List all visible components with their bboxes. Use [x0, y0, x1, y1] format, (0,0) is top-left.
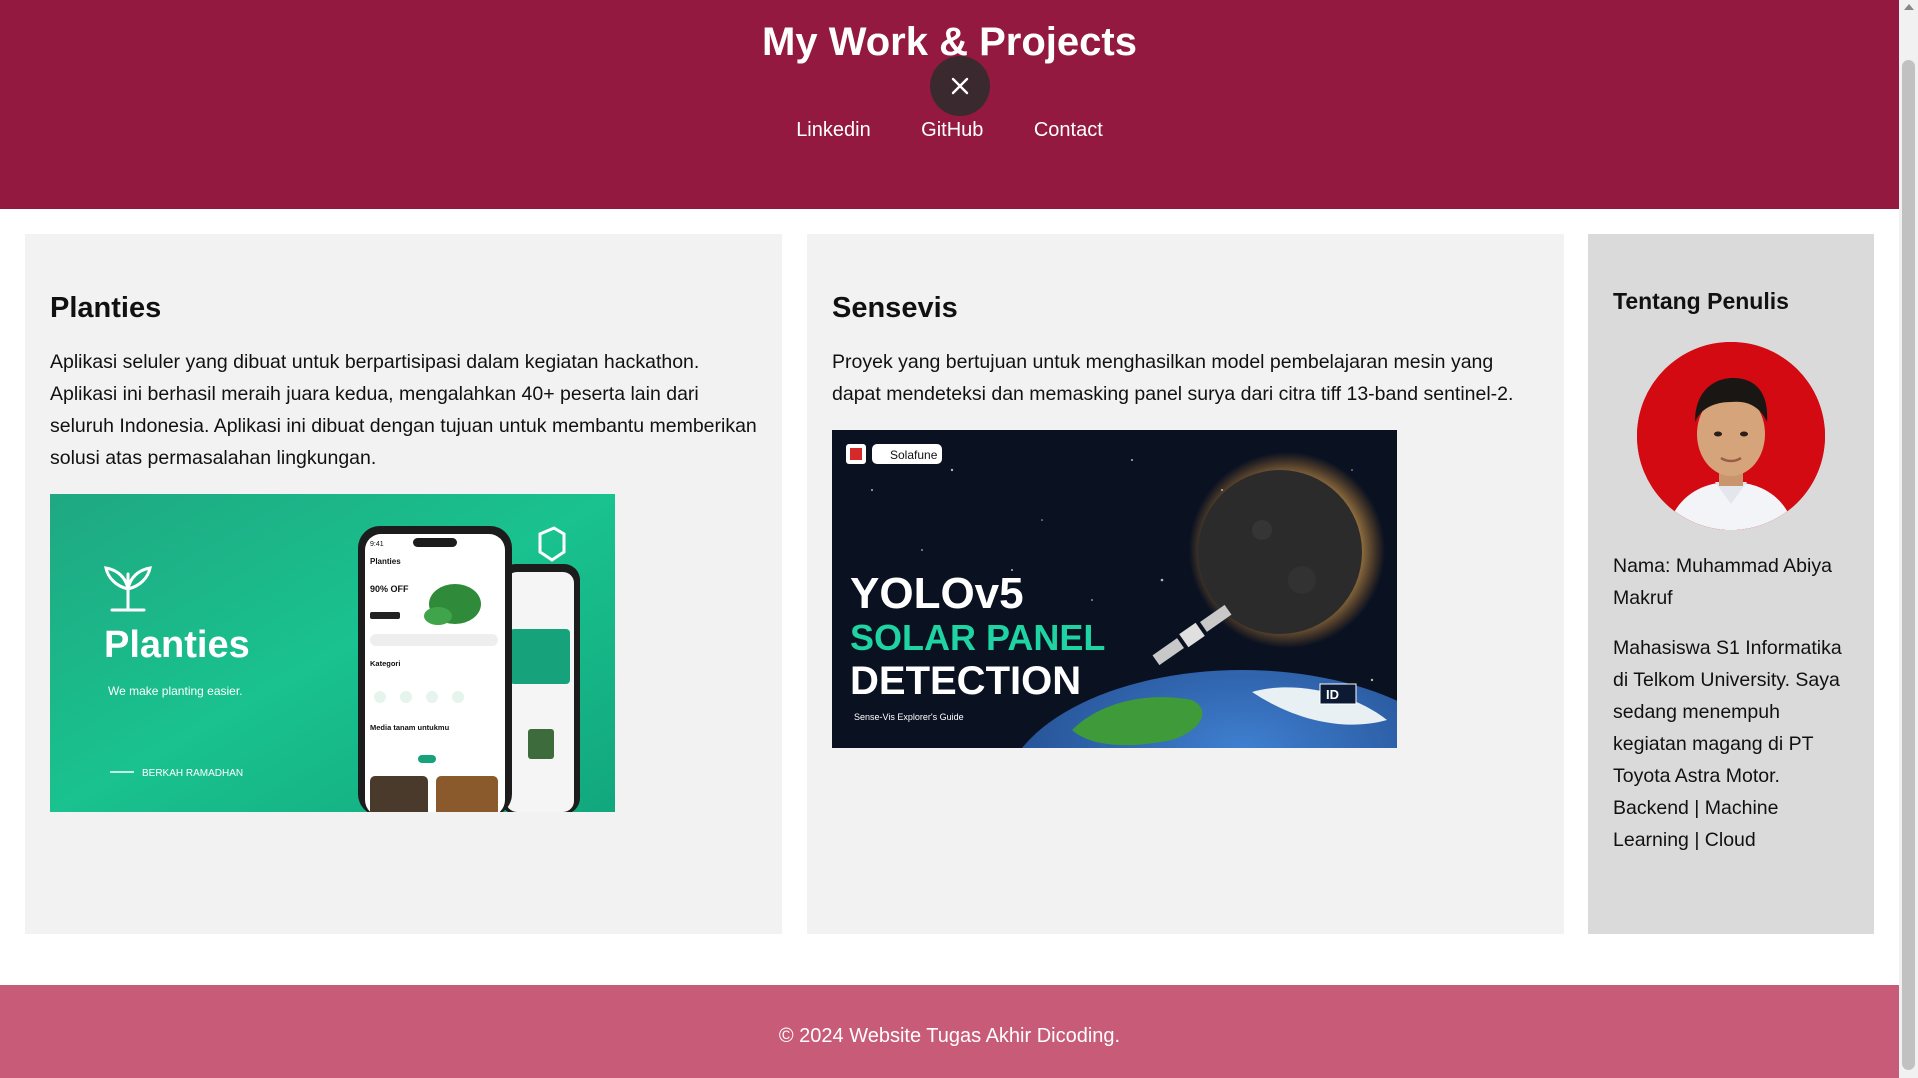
nav-link-contact[interactable]: Contact: [1034, 116, 1103, 144]
planties-tagline: We make planting easier.: [108, 684, 243, 698]
author-bio: Mahasiswa S1 Informatika di Telkom Unive…: [1613, 637, 1842, 787]
nav-link-github[interactable]: GitHub: [921, 116, 983, 144]
sensevis-image-subtitle: Sense-Vis Explorer's Guide: [854, 712, 964, 722]
project-card-planties: Planties Aplikasi seluler yang dibuat un…: [25, 234, 782, 934]
sensevis-image-line1: YOLOv5: [850, 569, 1024, 618]
project-description: Proyek yang bertujuan untuk menghasilkan…: [832, 351, 1514, 405]
author-name: Nama: Muhammad Abiya Makruf: [1613, 555, 1832, 609]
svg-text:9:41: 9:41: [370, 541, 384, 548]
svg-text:Kategori: Kategori: [370, 659, 400, 668]
footer-text: © 2024 Website Tugas Akhir Dicoding.: [778, 1025, 1121, 1047]
site-header: My Work & Projects Linkedin GitHub Conta…: [0, 0, 1899, 209]
sensevis-image-line3: DETECTION: [850, 659, 1081, 703]
main-nav: Linkedin GitHub Contact: [0, 116, 1899, 144]
close-icon: [951, 77, 969, 95]
close-button[interactable]: [930, 56, 990, 116]
vertical-scrollbar[interactable]: [1899, 0, 1918, 1078]
sensevis-image-line2: SOLAR PANEL: [850, 617, 1105, 658]
site-footer: © 2024 Website Tugas Akhir Dicoding.: [0, 985, 1899, 1078]
scrollbar-thumb[interactable]: [1902, 60, 1915, 1070]
scroll-up-icon[interactable]: [1904, 4, 1914, 10]
sensevis-project-image: Solafune YOLOv5 SOLAR PANEL DETECTION Se…: [832, 430, 1397, 748]
svg-text:Media tanam untukmu: Media tanam untukmu: [370, 723, 450, 732]
svg-text:Planties: Planties: [370, 557, 401, 566]
author-sidebar: Tentang Penulis Nama: Muhammad Abiya Mak…: [1588, 234, 1874, 934]
nav-link-linkedin[interactable]: Linkedin: [796, 116, 871, 144]
sidebar-title: Tentang Penulis: [1613, 288, 1789, 314]
page: My Work & Projects Linkedin GitHub Conta…: [0, 0, 1899, 1078]
planties-app-name: Planties: [104, 624, 250, 666]
solafune-logo: Solafune: [890, 448, 938, 462]
author-skills: Backend | Machine Learning | Cloud: [1613, 797, 1779, 851]
project-title: Sensevis: [832, 292, 958, 324]
author-avatar: [1637, 342, 1825, 530]
project-title: Planties: [50, 292, 162, 324]
project-card-sensevis: Sensevis Proyek yang bertujuan untuk men…: [807, 234, 1564, 934]
planties-footer-text: BERKAH RAMADHAN: [142, 768, 243, 779]
svg-text:90% OFF: 90% OFF: [370, 584, 409, 594]
planties-project-image: Planties We make planting easier. BERKAH…: [50, 494, 615, 812]
project-description: Aplikasi seluler yang dibuat untuk berpa…: [50, 351, 757, 469]
sensevis-image-badge: ID: [1326, 687, 1339, 702]
